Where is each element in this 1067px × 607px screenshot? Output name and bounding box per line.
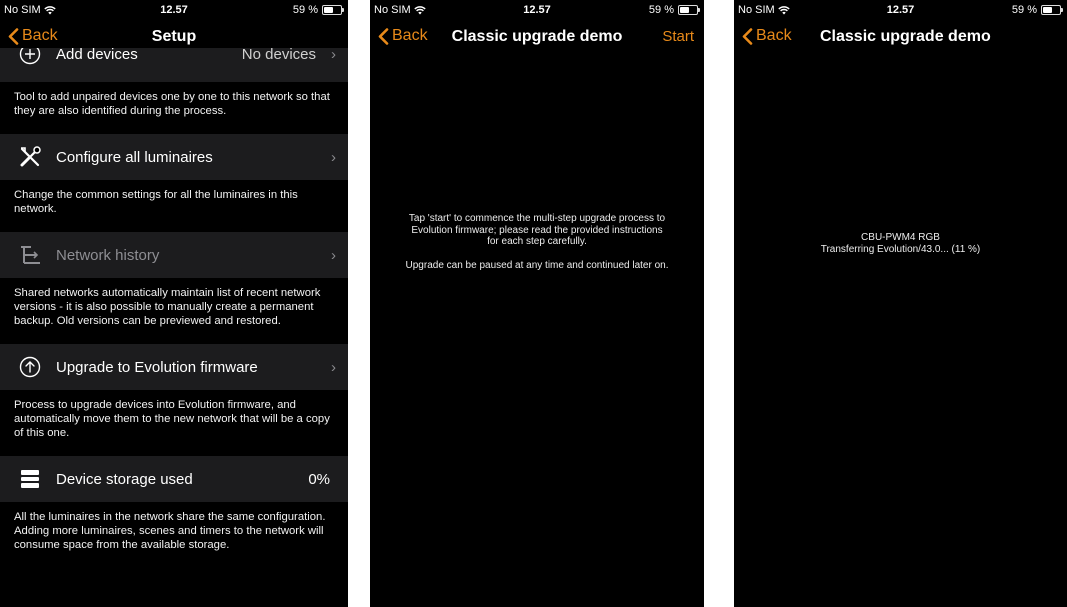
add-devices-row[interactable]: Add devices No devices › [0, 48, 348, 82]
instruction-line: for each step carefully. [487, 236, 587, 247]
chevron-right-icon: › [331, 246, 336, 264]
instruction-note: Upgrade can be paused at any time and co… [405, 259, 669, 271]
chevron-left-icon [742, 27, 753, 45]
setup-screen: No SIM 12.57 59 % Back Setup Add devices… [0, 0, 348, 607]
storage-icon [18, 467, 42, 491]
upgrade-instructions: Tap 'start' to commence the multi-step u… [370, 213, 704, 271]
chevron-right-icon: › [331, 48, 336, 63]
page-title: Classic upgrade demo [451, 28, 623, 45]
network-history-icon [18, 243, 42, 267]
tools-icon [18, 145, 42, 169]
transfer-progress-text: Transferring Evolution/43.0... (11 %) [820, 243, 981, 255]
add-devices-value: No devices [241, 48, 316, 63]
status-bar: No SIM 12.57 59 % [0, 0, 348, 20]
device-storage-description: All the luminaires in the network share … [14, 511, 326, 551]
device-storage-value: 0% [308, 470, 330, 488]
page-title: Setup [151, 28, 197, 45]
arrow-up-circle-icon [18, 355, 42, 379]
network-history-row[interactable]: Network history › [0, 232, 348, 278]
device-storage-label: Device storage used [56, 470, 193, 488]
upgrade-evolution-description: Process to upgrade devices into Evolutio… [14, 399, 330, 439]
battery-icon [678, 5, 700, 15]
add-devices-label: Add devices [56, 48, 138, 63]
battery-percent: 59 % [648, 4, 674, 16]
configure-luminaires-row[interactable]: Configure all luminaires › [0, 134, 348, 180]
battery-percent: 59 % [1011, 4, 1037, 16]
upgrade-progress-screen: No SIM 12.57 59 % Back Classic upgrade d… [734, 0, 1067, 607]
back-label: Back [756, 27, 792, 44]
add-devices-description: Tool to add unpaired devices one by one … [14, 91, 330, 117]
battery-group: 59 % [1011, 4, 1063, 16]
battery-icon [1041, 5, 1063, 15]
setup-list: Add devices No devices › Tool to add unp… [0, 48, 348, 607]
status-bar: No SIM 12.57 59 % [734, 0, 1067, 20]
device-storage-row[interactable]: Device storage used 0% [0, 456, 348, 502]
status-bar: No SIM 12.57 59 % [370, 0, 704, 20]
chevron-right-icon: › [331, 358, 336, 376]
plus-circle-icon [18, 48, 42, 66]
upgrade-evolution-row[interactable]: Upgrade to Evolution firmware › [0, 344, 348, 390]
configure-luminaires-description: Change the common settings for all the l… [14, 189, 298, 215]
upgrade-evolution-label: Upgrade to Evolution firmware [56, 358, 258, 376]
battery-group: 59 % [292, 4, 344, 16]
instruction-line: Tap 'start' to commence the multi-step u… [408, 213, 666, 224]
instruction-line: Evolution firmware; please read the prov… [411, 224, 663, 236]
network-history-label: Network history [56, 246, 160, 264]
transfer-status: CBU-PWM4 RGB Transferring Evolution/43.0… [734, 232, 1067, 255]
back-button[interactable]: Back [742, 27, 792, 45]
network-history-description: Shared networks automatically maintain l… [14, 287, 321, 327]
start-button[interactable]: Start [662, 28, 694, 45]
chevron-right-icon: › [331, 148, 336, 166]
configure-luminaires-label: Configure all luminaires [56, 148, 213, 166]
page-title: Classic upgrade demo [820, 28, 991, 45]
battery-group: 59 % [648, 4, 700, 16]
battery-icon [322, 5, 344, 15]
nav-bar: Back Classic upgrade demo [734, 20, 1067, 54]
battery-percent: 59 % [292, 4, 318, 16]
upgrade-intro-screen: No SIM 12.57 59 % Back Classic upgrade d… [370, 0, 704, 607]
device-name: CBU-PWM4 RGB [861, 232, 940, 243]
nav-bar: Back Classic upgrade demo Start [370, 20, 704, 54]
